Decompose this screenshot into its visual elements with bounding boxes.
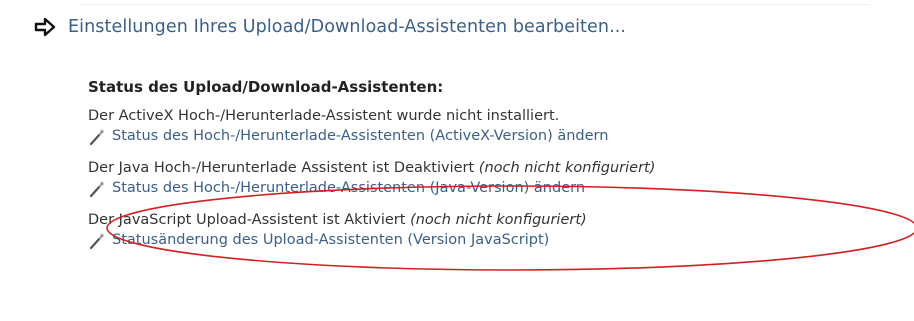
page: { "header": { "link_text": "Einstellunge… xyxy=(0,0,914,321)
change-java-status-link[interactable]: Status des Hoch-/Herunterlade-Assistente… xyxy=(88,178,888,199)
java-status-text: Der Java Hoch-/Herunterlade Assistent is… xyxy=(88,159,888,178)
change-java-status-label[interactable]: Status des Hoch-/Herunterlade-Assistente… xyxy=(112,178,585,199)
change-activex-status-link[interactable]: Status des Hoch-/Herunterlade-Assistente… xyxy=(88,126,888,147)
change-activex-status-label[interactable]: Status des Hoch-/Herunterlade-Assistente… xyxy=(112,126,608,147)
status-text: Der JavaScript Upload-Assistent ist Akti… xyxy=(88,212,411,228)
javascript-status-text: Der JavaScript Upload-Assistent ist Akti… xyxy=(88,211,888,230)
javascript-status-section: Der JavaScript Upload-Assistent ist Akti… xyxy=(88,211,888,251)
arrow-right-icon xyxy=(34,17,56,37)
top-divider xyxy=(80,4,870,5)
assistant-status-panel: Status des Upload/Download-Assistenten: … xyxy=(88,78,888,263)
status-note: (noch nicht konfiguriert) xyxy=(410,212,587,228)
magic-wand-icon xyxy=(89,128,105,145)
status-text: Der Java Hoch-/Herunterlade Assistent is… xyxy=(88,160,479,176)
change-javascript-status-link[interactable]: Statusänderung des Upload-Assistenten (V… xyxy=(88,230,888,251)
edit-assistant-settings-label[interactable]: Einstellungen Ihres Upload/Download-Assi… xyxy=(68,17,626,37)
panel-title: Status des Upload/Download-Assistenten: xyxy=(88,78,444,96)
activex-status-section: Der ActiveX Hoch-/Herunterlade-Assistent… xyxy=(88,107,888,147)
magic-wand-icon xyxy=(89,180,105,197)
status-note: (noch nicht konfiguriert) xyxy=(478,160,656,176)
change-javascript-status-label[interactable]: Statusänderung des Upload-Assistenten (V… xyxy=(112,230,549,251)
activex-status-text: Der ActiveX Hoch-/Herunterlade-Assistent… xyxy=(88,107,888,126)
java-status-section: Der Java Hoch-/Herunterlade Assistent is… xyxy=(88,159,888,199)
status-text: Der ActiveX Hoch-/Herunterlade-Assistent… xyxy=(88,108,560,124)
magic-wand-icon xyxy=(89,232,105,249)
edit-assistant-settings-link[interactable]: Einstellungen Ihres Upload/Download-Assi… xyxy=(34,17,626,37)
